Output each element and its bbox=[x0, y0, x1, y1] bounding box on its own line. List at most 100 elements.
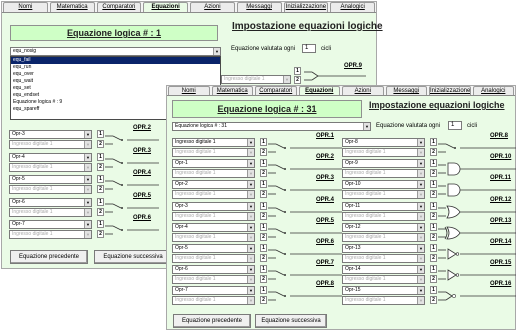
operand-b-num[interactable]: 2 bbox=[260, 169, 267, 178]
operand-a-select[interactable]: Opr-4 ▼ bbox=[172, 222, 255, 232]
operand-b-select[interactable]: Ingresso digitale 1 ▼ bbox=[172, 275, 255, 285]
operand-a-num[interactable]: 1 bbox=[430, 159, 437, 168]
chevron-down-icon[interactable]: ▼ bbox=[84, 163, 91, 171]
operand-a-select[interactable]: Opr-8 ▼ bbox=[342, 138, 425, 147]
dropdown-option[interactable]: equ_wait bbox=[11, 78, 220, 85]
front-next-button[interactable]: Equazione successiva bbox=[255, 314, 327, 328]
operand-a-select[interactable]: Opr-14 ▼ bbox=[342, 265, 425, 275]
operand-b-select[interactable]: Ingresso digitale 1 ▼ bbox=[342, 190, 425, 200]
operand-a-num[interactable]: 1 bbox=[260, 265, 267, 274]
chevron-down-icon[interactable]: ▼ bbox=[417, 170, 424, 178]
operand-a-select[interactable]: Opr-2 ▼ bbox=[172, 180, 255, 190]
operand-a-select[interactable]: Opr-7 ▼ bbox=[172, 286, 255, 296]
chevron-down-icon[interactable]: ▼ bbox=[247, 212, 254, 220]
chevron-down-icon[interactable]: ▼ bbox=[247, 160, 254, 168]
dropdown-option[interactable]: equ_over bbox=[11, 71, 220, 78]
front-equation-selector[interactable]: Equazione logica # : 31 ▼ bbox=[172, 122, 371, 131]
operand-b-num[interactable]: 2 bbox=[260, 232, 267, 241]
chevron-down-icon[interactable]: ▼ bbox=[213, 48, 220, 55]
chevron-down-icon[interactable]: ▼ bbox=[417, 266, 424, 274]
operand-a-num[interactable]: 1 bbox=[430, 180, 437, 189]
back-input-first[interactable]: Ingresso digitale 1 ▼ bbox=[221, 75, 291, 84]
operand-b-select[interactable]: Ingresso digitale 1 ▼ bbox=[342, 148, 425, 157]
chevron-down-icon[interactable]: ▼ bbox=[84, 231, 91, 238]
operand-b-num[interactable]: 2 bbox=[97, 207, 104, 216]
chevron-down-icon[interactable]: ▼ bbox=[417, 297, 424, 305]
operand-b-select[interactable]: Ingresso digitale 1 ▼ bbox=[9, 140, 92, 149]
chevron-down-icon[interactable]: ▼ bbox=[417, 191, 424, 199]
chevron-down-icon[interactable]: ▼ bbox=[247, 170, 254, 178]
operand-b-num[interactable]: 2 bbox=[430, 296, 437, 305]
operand-a-num[interactable]: 1 bbox=[260, 180, 267, 189]
operand-a-select[interactable]: Opr-1 ▼ bbox=[172, 159, 255, 169]
back-equation-dropdown[interactable]: equ_nosig ▼ bbox=[10, 47, 221, 56]
chevron-down-icon[interactable]: ▼ bbox=[417, 255, 424, 262]
operand-a-select[interactable]: Opr-6 ▼ bbox=[9, 197, 92, 207]
operand-b-select[interactable]: Ingresso digitale 1 ▼ bbox=[9, 230, 92, 239]
tab-nomi[interactable]: Nomi bbox=[168, 86, 210, 95]
operand-b-num[interactable]: 2 bbox=[430, 190, 437, 199]
operand-b-num[interactable]: 2 bbox=[430, 169, 437, 178]
operand-b-num[interactable]: 2 bbox=[97, 185, 104, 193]
operand-a-select[interactable]: Opr-13 ▼ bbox=[342, 244, 425, 253]
operand-b-select[interactable]: Ingresso digitale 1 ▼ bbox=[172, 190, 255, 200]
tab-azioni[interactable]: Azioni bbox=[342, 86, 384, 95]
chevron-down-icon[interactable]: ▼ bbox=[247, 233, 254, 241]
chevron-down-icon[interactable]: ▼ bbox=[247, 255, 254, 262]
operand-b-num[interactable]: 2 bbox=[97, 162, 104, 171]
operand-b-select[interactable]: Ingresso digitale 1 ▼ bbox=[342, 254, 425, 263]
operand-b-select[interactable]: Ingresso digitale 1 ▼ bbox=[172, 148, 255, 157]
operand-b-select[interactable]: Ingresso digitale 1 ▼ bbox=[342, 169, 425, 179]
chevron-down-icon[interactable]: ▼ bbox=[417, 149, 424, 156]
operand-b-num[interactable]: 2 bbox=[430, 148, 437, 156]
operand-a-select[interactable]: Opr-15 ▼ bbox=[342, 286, 425, 296]
operand-b-select[interactable]: Ingresso digitale 1 ▼ bbox=[9, 185, 92, 194]
operand-b-num[interactable]: 2 bbox=[260, 190, 267, 199]
chevron-down-icon[interactable]: ▼ bbox=[247, 181, 254, 189]
chevron-down-icon[interactable]: ▼ bbox=[247, 287, 254, 295]
tab-azioni[interactable]: Azioni bbox=[190, 2, 235, 12]
front-prev-button[interactable]: Equazione precedente bbox=[173, 314, 251, 328]
chevron-down-icon[interactable]: ▼ bbox=[84, 131, 91, 138]
operand-a-num[interactable]: 1 bbox=[430, 201, 437, 210]
operand-a-select[interactable]: Opr-4 ▼ bbox=[9, 152, 92, 162]
tab-equazioni[interactable]: Equazioni bbox=[298, 86, 340, 95]
tab-nomi[interactable]: Nomi bbox=[3, 2, 48, 12]
operand-b-num[interactable]: 2 bbox=[260, 211, 267, 220]
operand-a-num[interactable]: 1 bbox=[430, 138, 437, 146]
operand-a-num[interactable]: 1 bbox=[260, 244, 267, 252]
chevron-down-icon[interactable]: ▼ bbox=[417, 202, 424, 210]
chevron-down-icon[interactable]: ▼ bbox=[417, 287, 424, 295]
chevron-down-icon[interactable]: ▼ bbox=[247, 149, 254, 156]
chevron-down-icon[interactable]: ▼ bbox=[417, 212, 424, 220]
back-num-2[interactable]: 2 bbox=[294, 76, 301, 84]
operand-b-select[interactable]: Ingresso digitale 1 ▼ bbox=[342, 232, 425, 242]
chevron-down-icon[interactable]: ▼ bbox=[417, 181, 424, 189]
operand-b-num[interactable]: 2 bbox=[97, 230, 104, 238]
chevron-down-icon[interactable]: ▼ bbox=[247, 202, 254, 210]
operand-a-num[interactable]: 1 bbox=[97, 130, 104, 138]
operand-a-select[interactable]: Opr-5 ▼ bbox=[9, 175, 92, 184]
chevron-down-icon[interactable]: ▼ bbox=[247, 191, 254, 199]
operand-a-select[interactable]: Opr-11 ▼ bbox=[342, 201, 425, 211]
tab-analogici[interactable]: Analogici bbox=[472, 86, 514, 95]
tab-equazioni[interactable]: Equazioni bbox=[143, 2, 188, 12]
operand-a-num[interactable]: 1 bbox=[430, 265, 437, 274]
chevron-down-icon[interactable]: ▼ bbox=[417, 233, 424, 241]
operand-a-select[interactable]: Opr-9 ▼ bbox=[342, 159, 425, 169]
operand-b-num[interactable]: 2 bbox=[260, 254, 267, 262]
tab-inizializzazione[interactable]: Inizializzazione bbox=[429, 86, 471, 95]
operand-a-num[interactable]: 1 bbox=[97, 152, 104, 161]
operand-b-select[interactable]: Ingresso digitale 1 ▼ bbox=[9, 162, 92, 172]
operand-b-num[interactable]: 2 bbox=[430, 211, 437, 220]
tab-messaggi[interactable]: Messaggi bbox=[385, 86, 427, 95]
operand-a-num[interactable]: 1 bbox=[260, 159, 267, 168]
operand-a-select[interactable]: Opr-5 ▼ bbox=[172, 244, 255, 253]
dropdown-option[interactable]: equ_run bbox=[11, 64, 220, 71]
tab-inizializzazione[interactable]: Inizializzazione bbox=[283, 2, 329, 12]
tab-comparatori[interactable]: Comparatori bbox=[255, 86, 297, 95]
operand-b-select[interactable]: Ingresso digitale 1 ▼ bbox=[342, 275, 425, 285]
operand-a-num[interactable]: 1 bbox=[97, 197, 104, 206]
tab-messaggi[interactable]: Messaggi bbox=[236, 2, 282, 12]
operand-a-num[interactable]: 1 bbox=[97, 220, 104, 228]
